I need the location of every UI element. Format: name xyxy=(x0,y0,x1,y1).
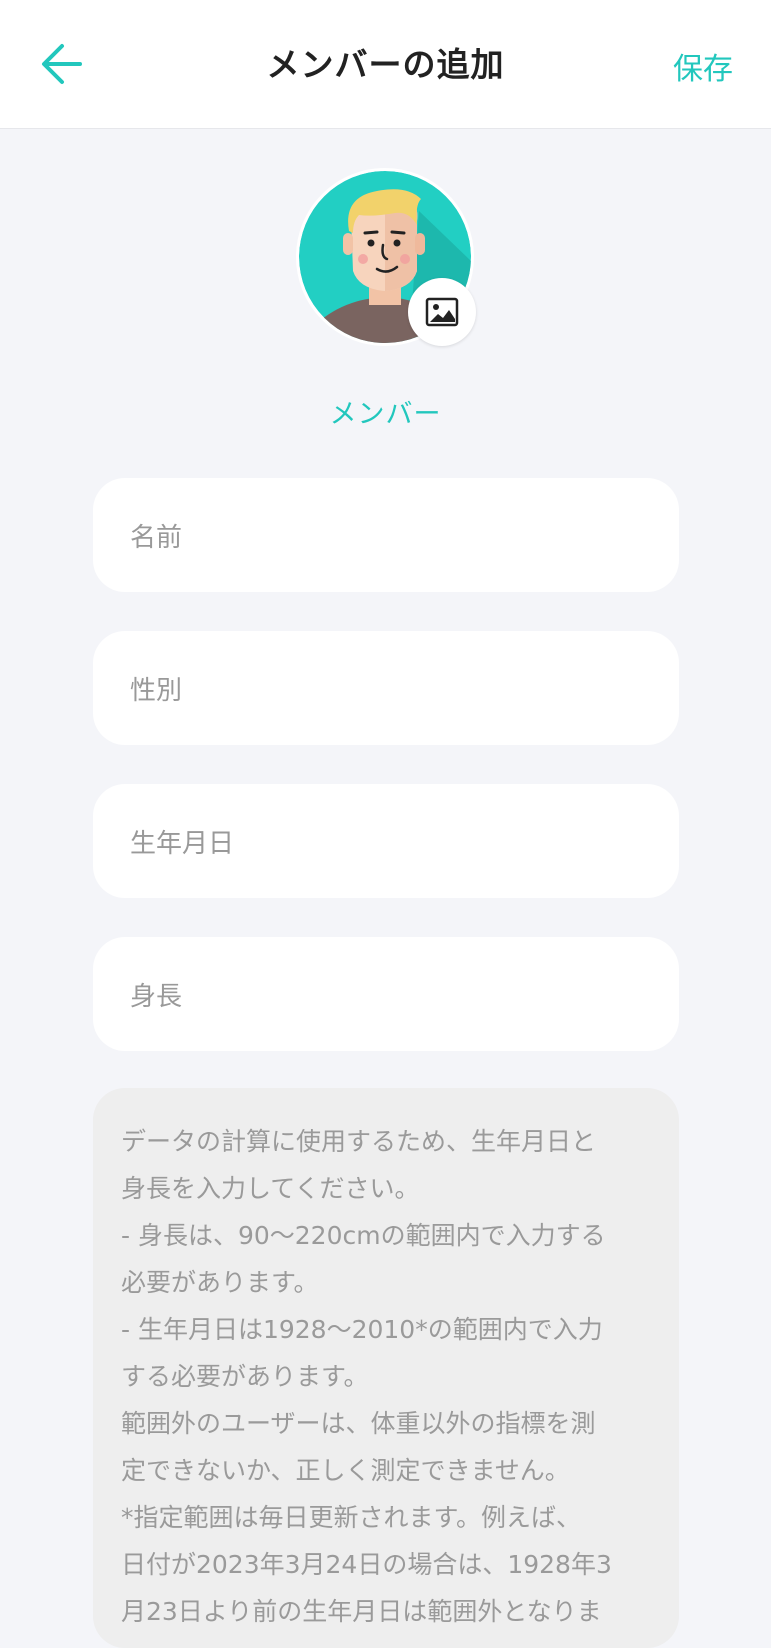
note-line: 範囲外のユーザーは、体重以外の指標を測 xyxy=(121,1409,596,1438)
note-line: 日付が2023年3月24日の場合は、1928年3 xyxy=(121,1550,612,1579)
birthday-placeholder: 生年月日 xyxy=(130,828,235,859)
birthday-field[interactable]: 生年月日 xyxy=(93,784,679,898)
height-field[interactable]: 身長 xyxy=(93,937,679,1051)
gender-placeholder: 性別 xyxy=(130,675,183,706)
change-photo-button[interactable] xyxy=(408,278,476,346)
height-placeholder: 身長 xyxy=(130,981,183,1012)
note-line: 必要があります。 xyxy=(121,1268,319,1297)
name-field[interactable]: 名前 xyxy=(93,478,679,592)
info-note: データの計算に使用するため、生年月日と 身長を入力してください。 - 身長は、9… xyxy=(93,1088,679,1648)
note-line: - 生年月日は1928～2010*の範囲内で入力 xyxy=(121,1315,603,1344)
image-icon xyxy=(425,297,459,327)
note-line: 定できないか、正しく測定できません。 xyxy=(121,1456,570,1485)
note-line: 身長を入力してください。 xyxy=(121,1174,420,1203)
note-line: 月23日より前の生年月日は範囲外となりま xyxy=(121,1597,602,1626)
app-header: メンバーの追加 保存 xyxy=(0,0,771,129)
note-line: *指定範囲は毎日更新されます。例えば、 xyxy=(121,1503,582,1532)
name-placeholder: 名前 xyxy=(130,522,183,553)
note-line: する必要があります。 xyxy=(121,1362,369,1391)
page-title: メンバーの追加 xyxy=(266,45,505,84)
note-line: データの計算に使用するため、生年月日と xyxy=(121,1127,597,1156)
avatar-container xyxy=(296,168,476,346)
save-button[interactable]: 保存 xyxy=(673,44,733,88)
member-role-label[interactable]: メンバー xyxy=(0,392,771,431)
gender-field[interactable]: 性別 xyxy=(93,631,679,745)
note-line: - 身長は、90～220cmの範囲内で入力する xyxy=(121,1221,606,1250)
